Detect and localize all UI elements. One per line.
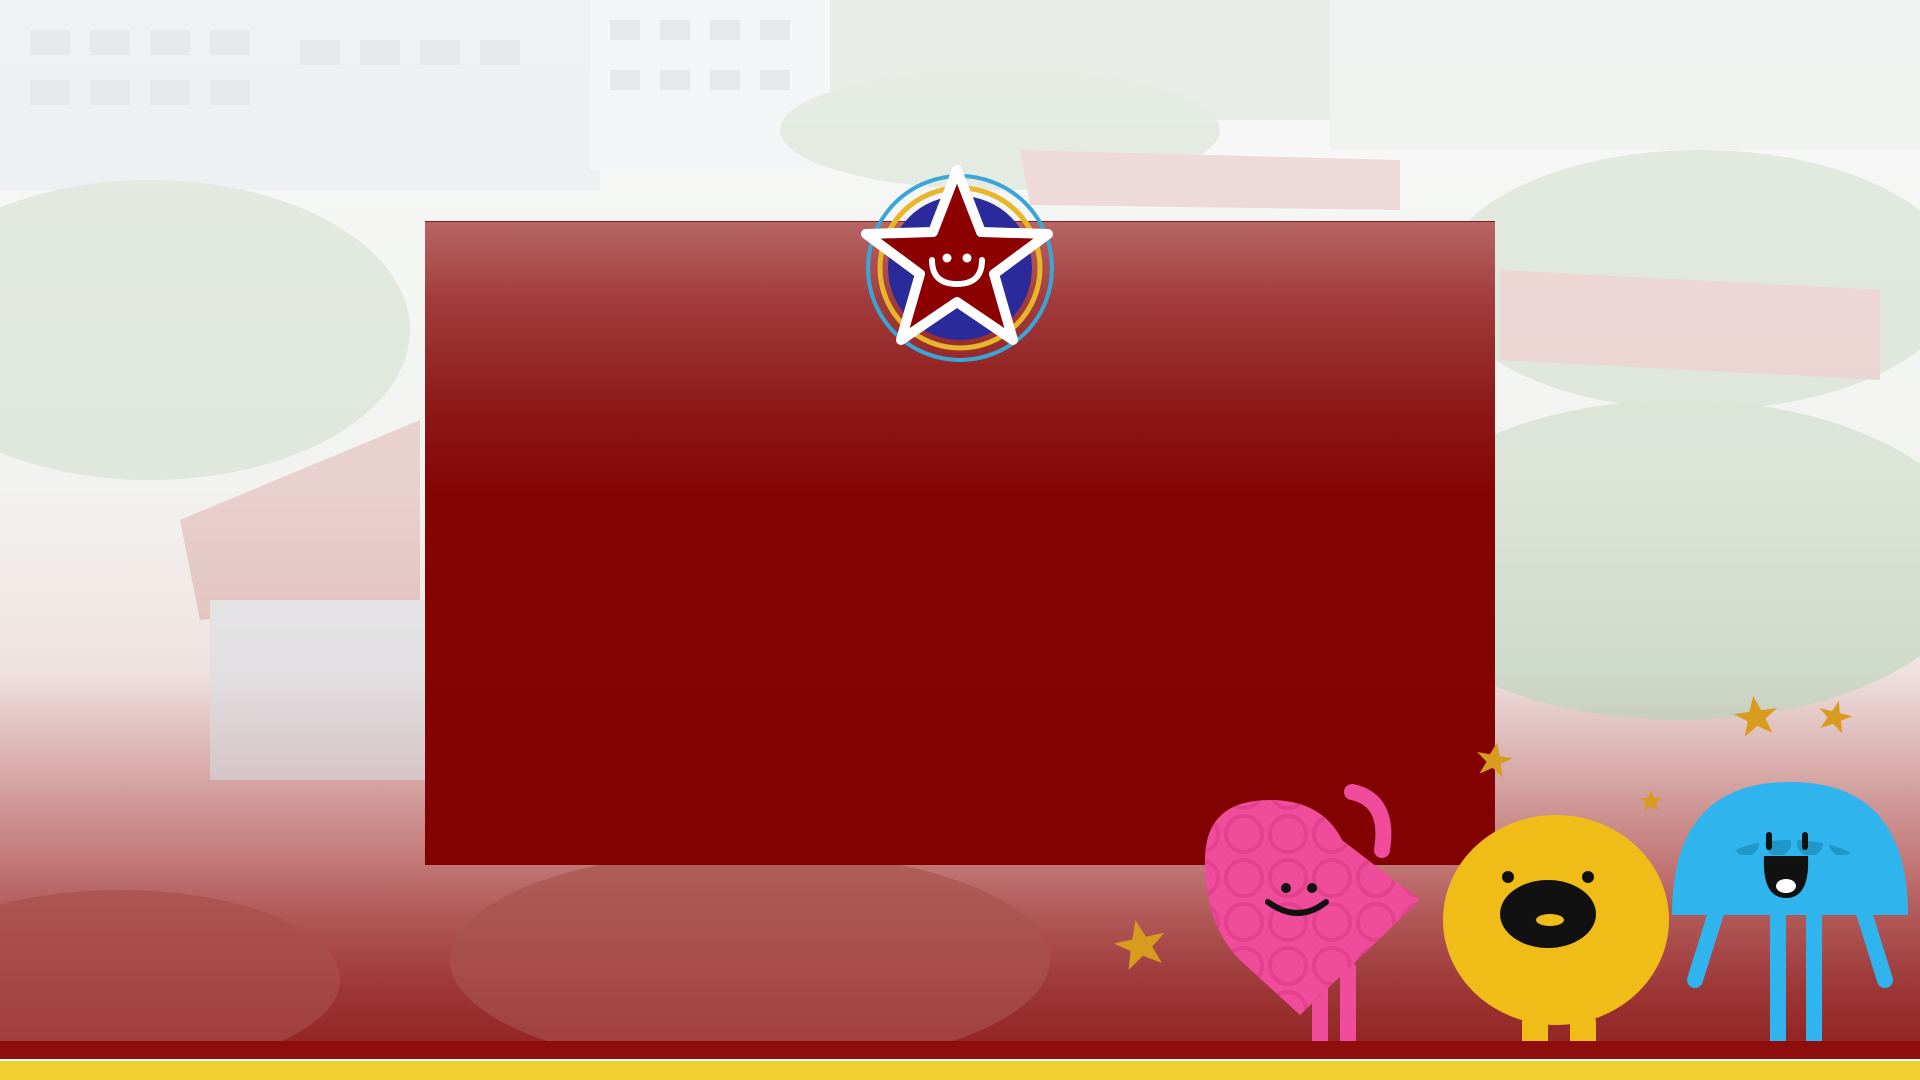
- blue-jellyfish-mascot-icon: [1672, 782, 1908, 1078]
- yellow-round-mascot-icon: [1443, 815, 1669, 1072]
- gold-star-icon: [1733, 696, 1778, 737]
- gold-star-icon: [1113, 920, 1165, 970]
- pink-heart-mascot-icon: [1205, 784, 1420, 1076]
- gold-star-icon: [1477, 742, 1513, 778]
- gold-star-icon: [1640, 790, 1662, 811]
- footer-maroon-bar: [0, 1041, 1920, 1059]
- smiling-star-badge-icon: [861, 165, 1054, 362]
- gold-star-icon: [1819, 700, 1853, 734]
- footer-gold-bar: [0, 1059, 1920, 1080]
- mascot-group: [1113, 696, 1908, 1078]
- slide-stage: [0, 0, 1920, 1080]
